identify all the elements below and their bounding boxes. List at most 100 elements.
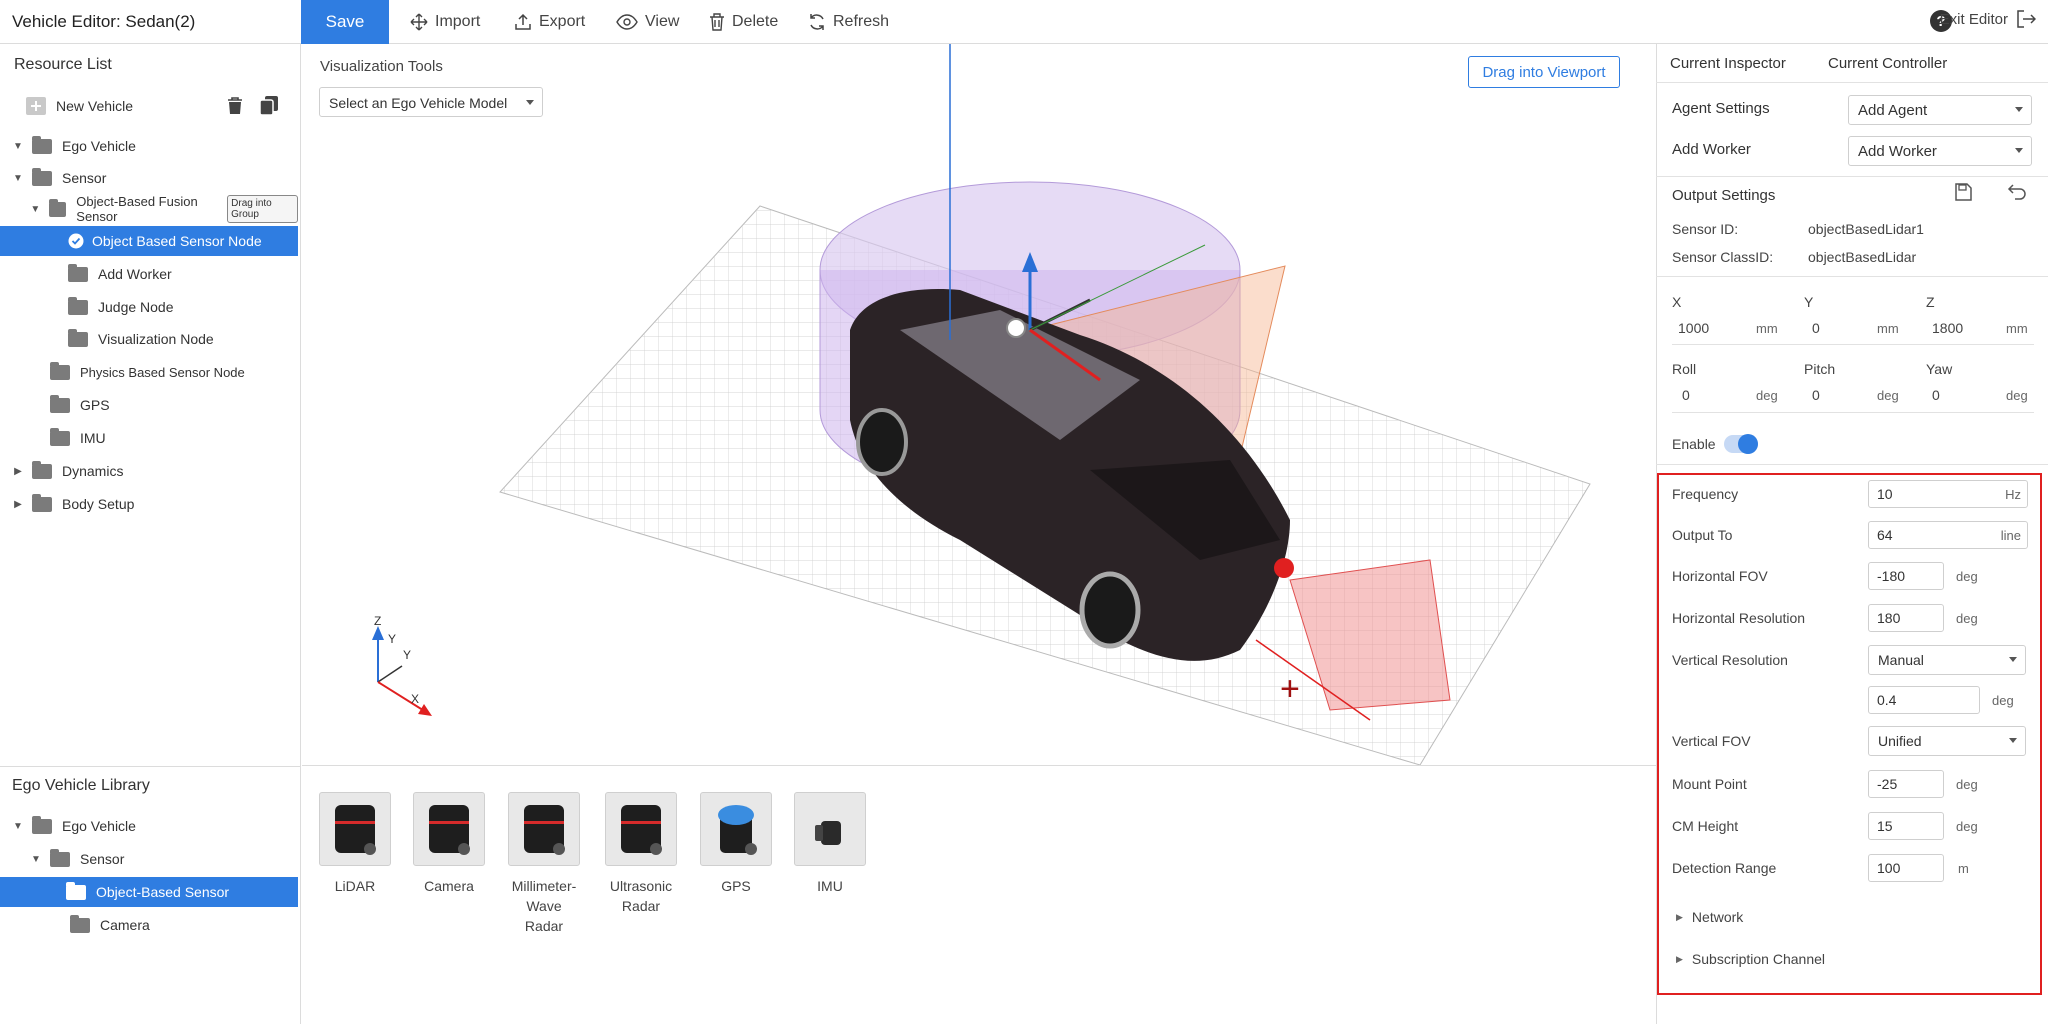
caret-right-icon[interactable]: ▶	[12, 498, 24, 510]
camera-sensor-icon	[413, 792, 485, 866]
divider	[1656, 464, 2048, 465]
tree-item-body-setup[interactable]: ▶ Body Setup	[0, 489, 298, 519]
palette-item-camera[interactable]: Camera	[413, 792, 485, 896]
frequency-input[interactable]: 10 Hz	[1868, 480, 2028, 508]
output-to-input[interactable]: 64 line	[1868, 521, 2028, 549]
caret-down-icon[interactable]: ▼	[30, 853, 42, 865]
palette-item-gps[interactable]: GPS	[700, 792, 772, 896]
exit-editor-button[interactable]: Exit Editor	[1940, 10, 2036, 28]
pitch-input[interactable]: 0	[1812, 387, 1820, 403]
3d-viewport[interactable]: +	[302, 44, 1656, 765]
drag-into-viewport-button[interactable]: Drag into Viewport	[1468, 56, 1620, 88]
mount-point-label: Mount Point	[1672, 776, 1747, 792]
horizontal-fov-input[interactable]: -180	[1868, 562, 1944, 590]
copy-icon[interactable]	[260, 96, 278, 115]
tree-item-gps[interactable]: GPS	[0, 390, 298, 420]
tree-item-object-based-sensor-node[interactable]: Object Based Sensor Node	[0, 226, 298, 256]
vertical-resolution-select[interactable]: Manual	[1868, 645, 2026, 675]
pitch-label: Pitch	[1804, 361, 1836, 377]
ego-vehicle-library-title: Ego Vehicle Library	[12, 777, 150, 794]
tree-item-judge-node[interactable]: Judge Node	[0, 292, 298, 322]
yaw-input[interactable]: 0	[1932, 387, 1940, 403]
tree-item-imu[interactable]: IMU	[0, 423, 298, 453]
drag-into-group-tooltip: Drag into Group	[227, 195, 299, 223]
export-icon	[515, 13, 531, 30]
library-item-camera[interactable]: Camera	[0, 910, 298, 940]
divider	[1656, 276, 2048, 277]
export-button[interactable]: Export	[514, 10, 585, 34]
vertical-resolution-unit: deg	[1992, 693, 2014, 708]
cm-height-input[interactable]: 15	[1868, 812, 1944, 840]
tree-item-label: Object-Based Sensor	[96, 884, 230, 900]
subscription-channel-section-toggle[interactable]: ▶ Subscription Channel	[1676, 951, 1825, 967]
library-item-sensor[interactable]: ▼ Sensor	[0, 844, 298, 874]
caret-right-icon[interactable]: ▶	[12, 465, 24, 477]
y-label: Y	[1804, 294, 1814, 310]
eye-icon	[616, 14, 638, 30]
horizontal-fov-unit: deg	[1956, 569, 1978, 584]
delete-button[interactable]: Delete	[709, 10, 778, 34]
x-input[interactable]: 1000	[1678, 320, 1709, 336]
palette-item-mmwave-radar[interactable]: Millimeter-Wave Radar	[508, 792, 580, 936]
view-button[interactable]: View	[616, 10, 679, 34]
library-item-object-based-sensor[interactable]: Object-Based Sensor	[0, 877, 298, 907]
move-handle-icon[interactable]: +	[1280, 670, 1300, 708]
tab-current-controller[interactable]: Current Controller	[1828, 55, 1947, 72]
horizontal-resolution-input[interactable]: 180	[1868, 604, 1944, 632]
ego-vehicle-model-select[interactable]: Select an Ego Vehicle Model	[319, 87, 543, 117]
worker-select-value: Add Worker	[1858, 143, 1937, 160]
trash-icon[interactable]	[227, 97, 243, 115]
undo-icon[interactable]	[2007, 183, 2027, 201]
vertical-fov-select[interactable]: Unified	[1868, 726, 2026, 756]
tree-item-object-based-fusion-sensor[interactable]: ▼ Object-Based Fusion Sensor Drag into Gr…	[0, 194, 299, 224]
chevron-down-icon	[2009, 657, 2017, 662]
folder-icon	[50, 394, 70, 413]
tree-item-add-worker[interactable]: Add Worker	[0, 259, 298, 289]
axis-x-label: X	[411, 692, 420, 706]
y-input[interactable]: 0	[1812, 320, 1820, 336]
sensor-origin-icon[interactable]	[1006, 318, 1026, 338]
tree-item-label: Object Based Sensor Node	[92, 233, 262, 249]
delete-label: Delete	[732, 13, 779, 30]
network-label: Network	[1691, 909, 1744, 925]
palette-item-imu[interactable]: IMU	[794, 792, 866, 896]
tree-item-visualization-node[interactable]: Visualization Node	[0, 324, 298, 354]
roll-input[interactable]: 0	[1682, 387, 1690, 403]
caret-down-icon[interactable]: ▼	[12, 140, 24, 152]
vfov-mode-value: Unified	[1878, 733, 1922, 749]
import-button[interactable]: Import	[410, 10, 480, 34]
library-item-ego-vehicle[interactable]: ▼ Ego Vehicle	[0, 811, 298, 841]
tree-item-dynamics[interactable]: ▶ Dynamics	[0, 456, 298, 486]
lidar-icon	[319, 792, 391, 866]
network-section-toggle[interactable]: ▶ Network	[1676, 909, 1743, 925]
save-icon[interactable]	[1954, 183, 1972, 201]
palette-item-ultrasonic-radar[interactable]: Ultrasonic Radar	[605, 792, 677, 916]
new-vehicle-button[interactable]: New Vehicle	[26, 97, 133, 115]
z-input[interactable]: 1800	[1932, 320, 1963, 336]
tree-item-sensor[interactable]: ▼ Sensor	[0, 163, 298, 193]
tree-item-label: Sensor	[80, 851, 125, 867]
output-to-label: Output To	[1672, 527, 1733, 543]
palette-label: Camera	[424, 878, 474, 894]
detection-range-input[interactable]: 100	[1868, 854, 1944, 882]
radar-icon	[508, 792, 580, 866]
caret-down-icon[interactable]: ▼	[12, 172, 24, 184]
vertical-resolution-input[interactable]: 0.4	[1868, 686, 1980, 714]
tree-item-ego-vehicle[interactable]: ▼ Ego Vehicle	[0, 131, 298, 161]
refresh-button[interactable]: Refresh	[808, 10, 889, 34]
tree-item-physics-based-sensor-node[interactable]: Physics Based Sensor Node	[0, 357, 298, 387]
folder-icon	[32, 493, 52, 512]
yaw-unit: deg	[2006, 388, 2028, 403]
cm-height-label: CM Height	[1672, 818, 1739, 834]
save-button[interactable]: Save	[301, 0, 389, 44]
folder-icon	[66, 881, 86, 900]
mount-point-input[interactable]: -25	[1868, 770, 1944, 798]
caret-down-icon[interactable]: ▼	[12, 820, 24, 832]
enable-toggle[interactable]	[1724, 434, 1758, 454]
caret-down-icon[interactable]: ▼	[30, 203, 41, 215]
roll-label: Roll	[1672, 361, 1697, 377]
palette-item-lidar[interactable]: LiDAR	[319, 792, 391, 896]
tab-current-inspector[interactable]: Current Inspector	[1670, 55, 1786, 72]
add-worker-select[interactable]: Add Worker	[1848, 136, 2032, 166]
agent-settings-select[interactable]: Add Agent	[1848, 95, 2032, 125]
